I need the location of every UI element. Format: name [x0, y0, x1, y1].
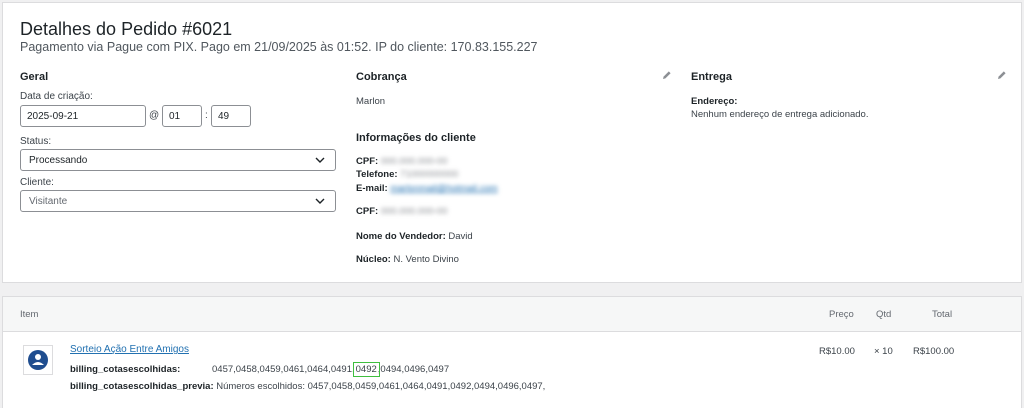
phone-row: Telefone: 71000000000	[356, 169, 458, 180]
item-total: R$100.00	[913, 346, 955, 357]
meta-previa-row: billing_cotasescolhidas_previa: Números …	[70, 381, 545, 392]
date-created-label: Data de criação:	[20, 91, 93, 102]
nucleus-value: N. Vento Divino	[393, 254, 459, 265]
meta-cotas-value: 0457,0458,0459,0461,0464,0491,0492,0494,…	[212, 362, 450, 377]
seller-row: Nome do Vendedor: David	[356, 231, 473, 242]
date-created-value: 2025-09-21	[27, 110, 79, 122]
billing-heading: Cobrança	[356, 71, 407, 83]
meta-previa-key: billing_cotasescolhidas_previa:	[70, 381, 214, 392]
customer-info-heading: Informações do cliente	[356, 132, 476, 144]
product-logo-icon	[28, 350, 48, 370]
item-price: R$10.00	[819, 346, 855, 357]
phone-value: 71000000000	[400, 169, 459, 180]
th-price: Preço	[829, 309, 854, 320]
status-label: Status:	[20, 136, 52, 147]
th-total: Total	[932, 309, 953, 320]
email-link[interactable]: marlonmail@hotmail.com	[390, 183, 497, 194]
product-thumbnail	[23, 345, 53, 375]
page-title: Detalhes do Pedido #6021	[20, 19, 233, 39]
address-label: Endereço:	[691, 96, 738, 107]
cpf2-value: 000.000.000-00	[380, 206, 448, 217]
chevron-down-icon	[315, 157, 325, 163]
cpf-label: CPF:	[356, 156, 379, 167]
meta-cotas-before: 0457,0458,0459,0461,0464,0491,	[212, 364, 355, 375]
cpf-row: CPF: 000.000.000-00	[356, 156, 447, 167]
hour-value: 01	[169, 110, 181, 122]
status-value: Processando	[29, 154, 88, 166]
time-separator: :	[205, 110, 208, 121]
seller-value: David	[448, 231, 473, 242]
cpf-value: 000.000.000-00	[380, 156, 448, 167]
address-value: Nenhum endereço de entrega adicionado.	[691, 109, 869, 120]
meta-cotas-key: billing_cotasescolhidas:	[70, 364, 181, 375]
date-created-input[interactable]: 2025-09-21	[20, 105, 146, 127]
cpf2-row: CPF: 000.000.000-00	[356, 206, 447, 217]
customer-label: Cliente:	[20, 177, 54, 188]
customer-select[interactable]: Visitante	[20, 190, 336, 212]
meta-cotas-highlight: 0492	[352, 362, 380, 377]
shipping-heading: Entrega	[691, 71, 732, 83]
at-separator: @	[149, 110, 160, 121]
billing-name: Marlon	[356, 96, 386, 107]
nucleus-label: Núcleo:	[356, 254, 391, 265]
item-qty: × 10	[874, 346, 893, 357]
minute-input[interactable]: 49	[211, 105, 251, 127]
status-select[interactable]: Processando	[20, 149, 336, 171]
customer-value: Visitante	[29, 195, 68, 207]
meta-cotas-after: ,0494,0496,0497	[377, 364, 450, 375]
product-name-link[interactable]: Sorteio Ação Entre Amigos	[70, 344, 189, 355]
th-item: Item	[20, 309, 39, 320]
th-qty: Qtd	[876, 309, 892, 320]
nucleus-row: Núcleo: N. Vento Divino	[356, 254, 459, 265]
chevron-down-icon	[315, 198, 325, 204]
cpf2-label: CPF:	[356, 206, 379, 217]
phone-label: Telefone:	[356, 169, 398, 180]
order-items-panel: Item Preço Qtd Total Sorteio Ação Entre …	[2, 296, 1022, 408]
email-label: E-mail:	[356, 183, 388, 194]
edit-shipping-pencil-icon[interactable]	[997, 70, 1007, 80]
edit-billing-pencil-icon[interactable]	[662, 70, 672, 80]
hour-input[interactable]: 01	[162, 105, 202, 127]
email-row: E-mail: marlonmail@hotmail.com	[356, 183, 498, 194]
order-details-panel: Detalhes do Pedido #6021 Pagamento via P…	[2, 2, 1022, 283]
items-table-header: Item Preço Qtd Total	[3, 297, 1021, 332]
seller-label: Nome do Vendedor:	[356, 231, 446, 242]
meta-cotas-row: billing_cotasescolhidas:	[70, 364, 180, 375]
order-subtitle: Pagamento via Pague com PIX. Pago em 21/…	[20, 40, 538, 54]
meta-previa-value: Números escolhidos: 0457,0458,0459,0461,…	[216, 381, 546, 392]
minute-value: 49	[218, 110, 230, 122]
general-heading: Geral	[20, 71, 49, 83]
